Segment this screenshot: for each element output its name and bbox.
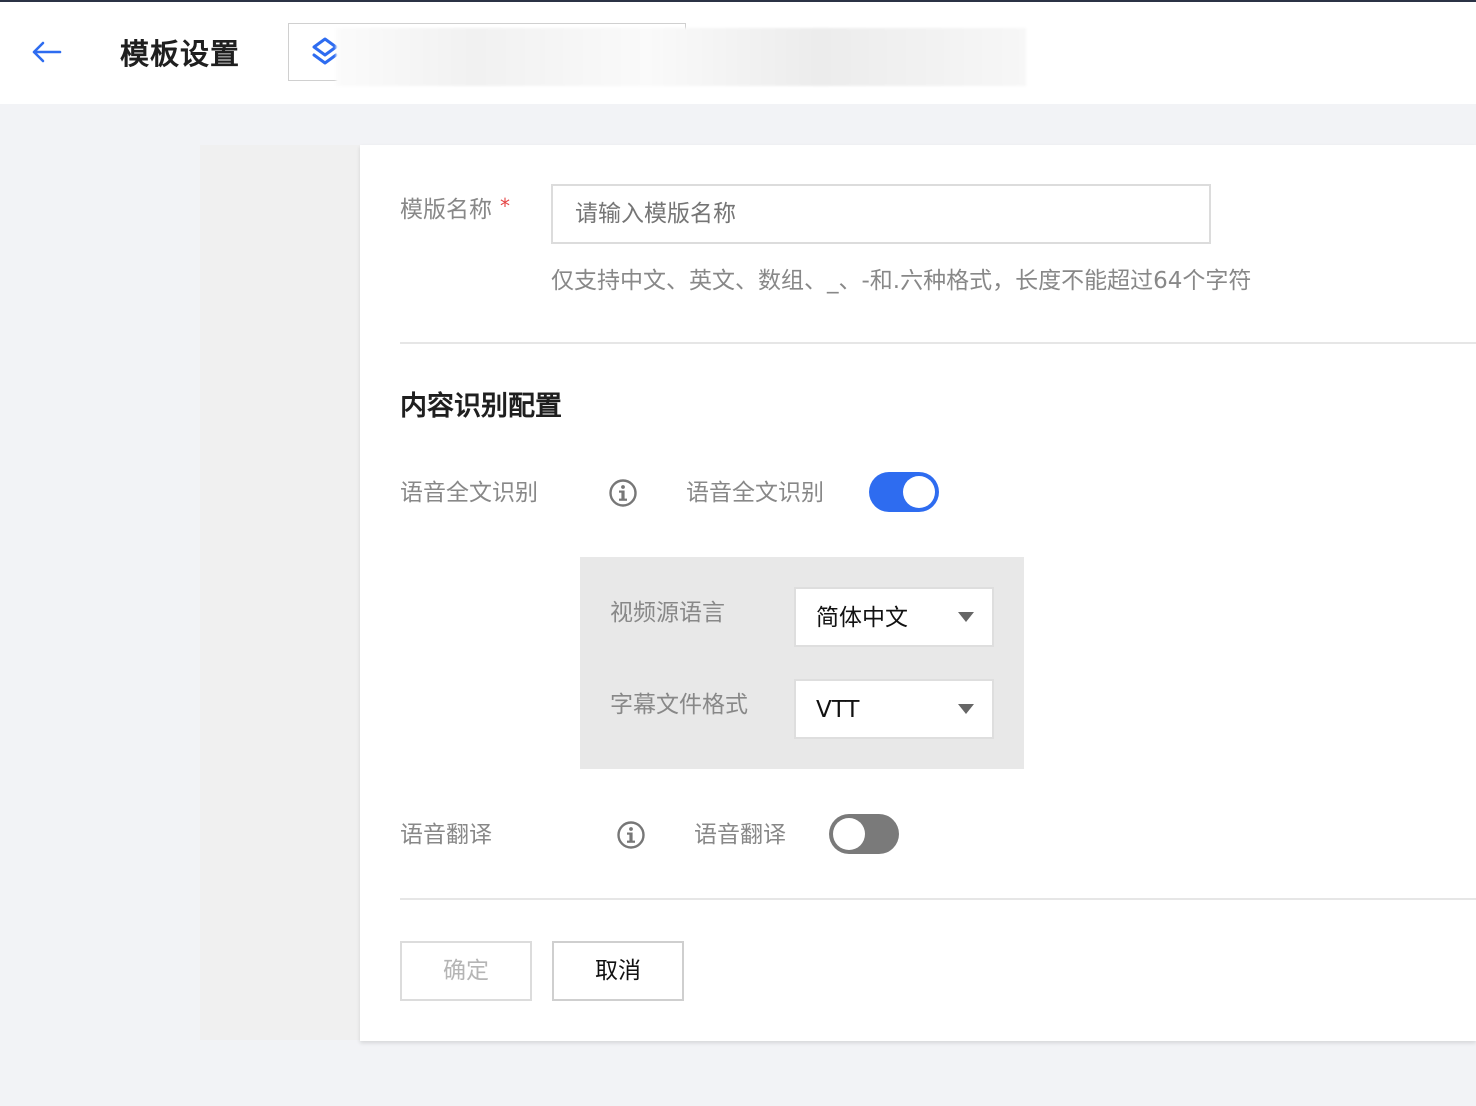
back-button[interactable] [26, 32, 66, 72]
subtitle-format-label: 字幕文件格式 [610, 692, 748, 718]
subtitle-format-select[interactable]: VTT [794, 679, 994, 739]
divider [400, 342, 1476, 344]
caret-down-icon [958, 612, 974, 622]
source-language-value: 简体中文 [816, 605, 908, 631]
template-name-hint: 仅支持中文、英文、数组、_、-和.六种格式，长度不能超过64个字符 [551, 268, 1252, 294]
source-language-label: 视频源语言 [610, 600, 725, 626]
required-mark: * [500, 194, 510, 218]
cancel-button[interactable]: 取消 [552, 941, 684, 1001]
left-pane [200, 145, 360, 1040]
speech-translation-toggle[interactable] [829, 814, 899, 854]
caret-down-icon [958, 704, 974, 714]
template-settings-card: 模版名称* 仅支持中文、英文、数组、_、-和.六种格式，长度不能超过64个字符 … [360, 145, 1476, 1041]
template-name-label: 模版名称 * [400, 194, 510, 223]
speech-recognition-label: 语音全文识别 [400, 480, 538, 506]
source-language-select[interactable]: 简体中文 [794, 587, 994, 647]
divider [400, 898, 1476, 900]
template-name-input[interactable] [551, 184, 1211, 244]
info-icon[interactable] [616, 820, 646, 850]
toggle-knob [833, 818, 865, 850]
redacted-area [336, 28, 1026, 86]
section-title: 内容识别配置 [400, 391, 562, 422]
confirm-button[interactable]: 确定 [400, 941, 532, 1001]
speech-translation-label: 语音翻译 [400, 822, 492, 848]
arrow-left-icon [32, 41, 62, 63]
info-icon[interactable] [608, 478, 638, 508]
page-title: 模板设置 [120, 37, 241, 71]
speech-recognition-toggle-label: 语音全文识别 [686, 480, 824, 506]
speech-recognition-options: 视频源语言 简体中文 字幕文件格式 VTT [580, 557, 1024, 769]
speech-recognition-toggle[interactable] [869, 472, 939, 512]
toggle-knob [903, 476, 935, 508]
subtitle-format-value: VTT [816, 697, 860, 723]
speech-translation-toggle-label: 语音翻译 [694, 822, 786, 848]
